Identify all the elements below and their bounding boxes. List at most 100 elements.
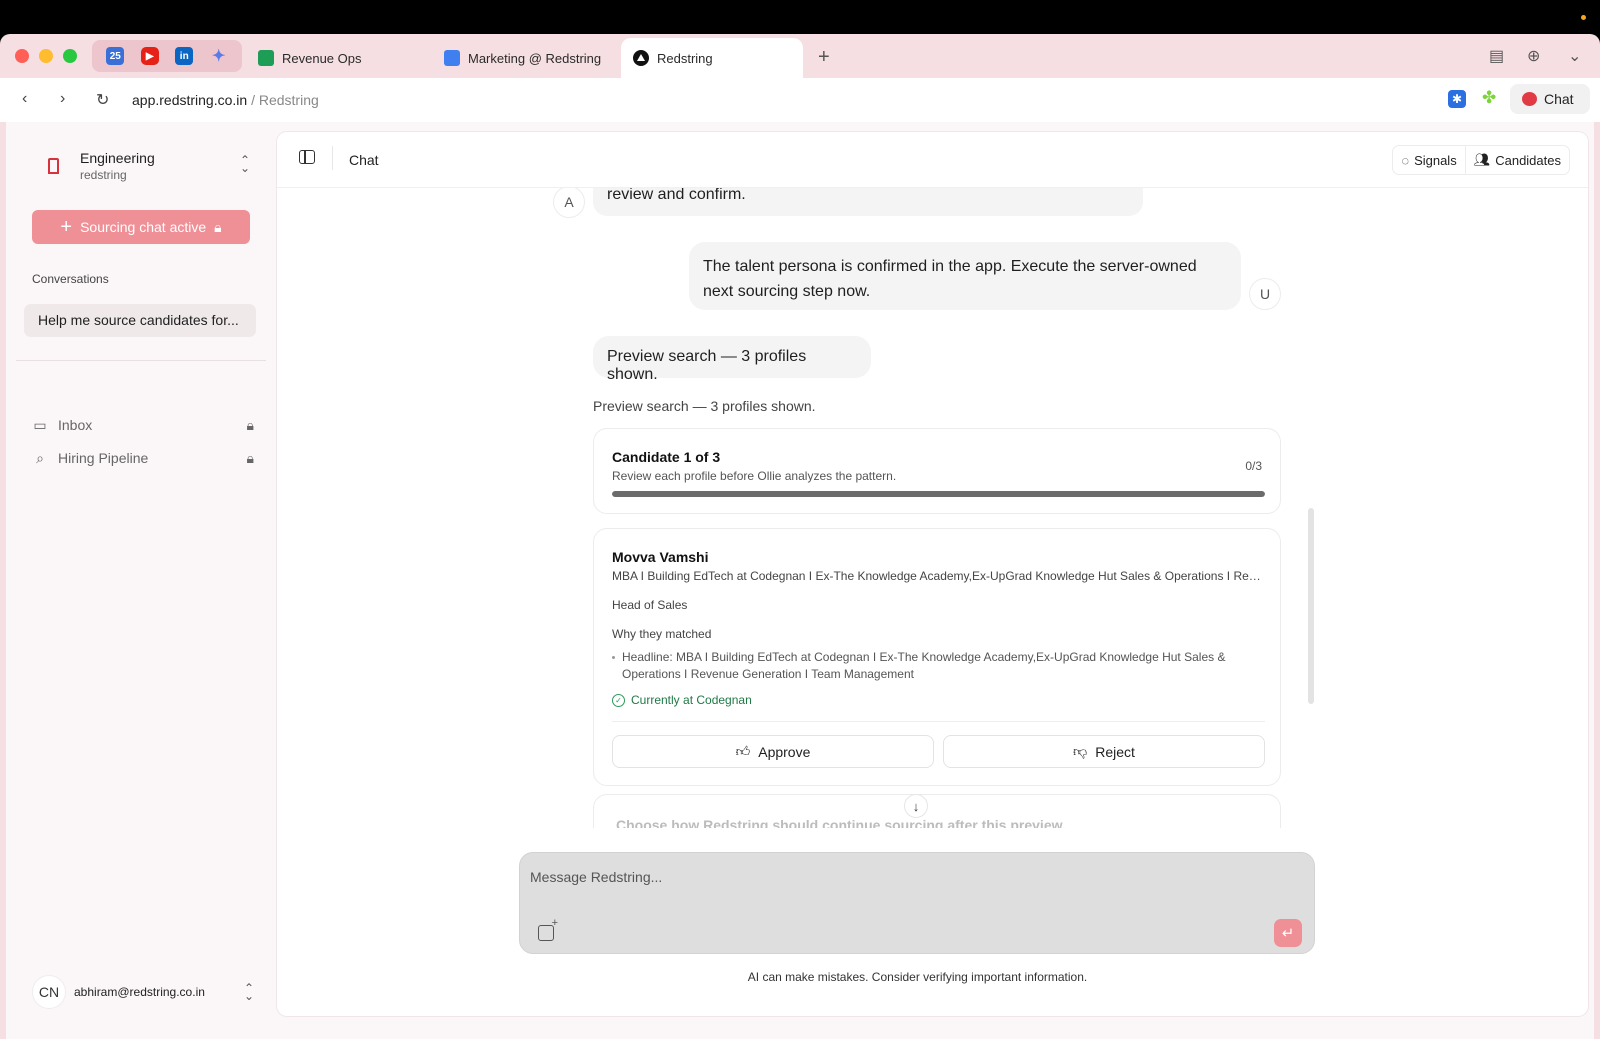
candidates-button[interactable]: 👥︎ Candidates <box>1464 146 1569 174</box>
close-window-button[interactable] <box>15 49 29 63</box>
youtube-icon[interactable]: ▶ <box>140 47 159 65</box>
sidebar-item-label: Inbox <box>58 417 93 433</box>
user-message: The talent persona is confirmed in the a… <box>689 242 1241 310</box>
extension-clover-icon[interactable]: ✤ <box>1482 88 1496 108</box>
assistant-message: review and confirm. <box>593 188 1143 216</box>
tab-title: Redstring <box>657 50 713 66</box>
org-logo-icon <box>48 158 59 174</box>
sourcing-label: Sourcing chat active <box>80 219 207 235</box>
message-composer: ↵ <box>519 852 1315 954</box>
approve-label: Approve <box>758 743 811 760</box>
linkedin-icon[interactable]: in <box>175 47 194 65</box>
scroll-down-button[interactable]: ↓ <box>904 794 928 818</box>
sidebar-toggle-icon[interactable] <box>299 150 315 164</box>
sidebar-item-inbox[interactable]: ▭ Inbox 🔒︎ <box>32 412 254 438</box>
scrollbar[interactable] <box>1308 508 1314 704</box>
message-input[interactable] <box>530 869 1250 885</box>
approve-button[interactable]: 👍︎ Approve <box>612 735 934 768</box>
minimize-window-button[interactable] <box>39 49 53 63</box>
candidate-card: Movva Vamshi MBA I Building EdTech at Co… <box>593 528 1281 786</box>
attach-image-icon[interactable] <box>538 917 558 941</box>
download-icon[interactable]: ⊕ <box>1527 46 1540 66</box>
plus-icon: + <box>60 215 73 238</box>
pipeline-icon: ⌕ <box>36 449 44 466</box>
tab-title: Revenue Ops <box>282 50 362 66</box>
sourcing-chat-button[interactable]: + Sourcing chat active 🔒︎ <box>32 210 250 244</box>
assistant-avatar: A <box>553 188 585 218</box>
chat-button[interactable]: Chat <box>1510 84 1590 114</box>
candidate-name: Movva Vamshi <box>612 549 709 565</box>
user-avatar: U <box>1249 278 1281 310</box>
calendar-icon[interactable]: 25 <box>106 47 125 65</box>
chat-label: Chat <box>1544 91 1574 107</box>
inbox-icon: ▭ <box>33 416 47 433</box>
progress-count: 0/3 <box>1245 459 1262 473</box>
address-bar: ‹ › ↻ app.redstring.co.in / Redstring ✱ … <box>0 78 1600 122</box>
forward-icon[interactable]: › <box>60 90 65 108</box>
new-tab-button[interactable]: + <box>818 46 830 69</box>
user-menu[interactable]: CN abhiram@redstring.co.in ⌃ ⌄ <box>32 974 254 1010</box>
conversations-heading: Conversations <box>32 272 109 286</box>
reload-icon[interactable]: ↻ <box>96 90 109 110</box>
reader-icon[interactable]: ▤ <box>1489 46 1504 66</box>
back-icon[interactable]: ‹ <box>22 90 27 108</box>
avatar: CN <box>32 975 66 1009</box>
signals-button[interactable]: ◌ Signals <box>1393 146 1464 174</box>
signals-label: Signals <box>1414 152 1457 168</box>
chevron-down-icon[interactable]: ⌄ <box>1568 46 1581 66</box>
current-company-label: Currently at Codegnan <box>631 693 752 707</box>
progress-title: Candidate 1 of 3 <box>612 449 721 465</box>
review-progress-card: Candidate 1 of 3 Review each profile bef… <box>593 428 1281 514</box>
progress-fill <box>612 491 1265 497</box>
sidebar-item-hiring-pipeline[interactable]: ⌕ Hiring Pipeline 🔒︎ <box>32 445 254 471</box>
url-field[interactable]: app.redstring.co.in / Redstring <box>132 92 319 108</box>
chevron-updown-icon: ⌃ ⌄ <box>239 153 250 175</box>
gemini-icon[interactable]: ✦ <box>210 47 228 65</box>
sidebar: Engineering redstring ⌃ ⌄ + Sourcing chat… <box>6 122 276 1039</box>
thumbs-up-icon: 👍︎ <box>735 743 751 759</box>
people-icon: 👥︎ <box>1473 152 1491 167</box>
chat-panel: Chat ◌ Signals 👥︎ Candidates A review an… <box>277 132 1588 1016</box>
extension-icon[interactable]: ✱ <box>1448 90 1466 108</box>
browser-window: 25 ▶ in ✦ Revenue Ops Marketing @ Redstr… <box>0 34 1600 1039</box>
enter-icon: ↵ <box>1281 925 1295 942</box>
url-domain: app.redstring.co.in <box>132 92 248 108</box>
chat-bubble-icon <box>1522 92 1537 106</box>
tab-revenue-ops[interactable]: Revenue Ops <box>246 38 426 78</box>
os-menu-bar <box>0 0 1600 34</box>
page-title: Chat <box>349 152 379 168</box>
progress-bar <box>612 491 1265 497</box>
check-circle-icon: ✓ <box>612 693 625 707</box>
reject-button[interactable]: 👎︎ Reject <box>943 735 1265 768</box>
message-list: A review and confirm. The talent persona… <box>277 188 1588 828</box>
tab-marketing[interactable]: Marketing @ Redstring <box>432 38 618 78</box>
pinned-tabs: 25 ▶ in ✦ <box>92 40 242 72</box>
status-dot-icon <box>1581 15 1586 20</box>
app-page: Engineering redstring ⌃ ⌄ + Sourcing chat… <box>6 122 1594 1039</box>
conversation-item[interactable]: Help me source candidates for... <box>24 304 256 337</box>
thumbs-down-icon: 👎︎ <box>1073 743 1088 759</box>
preview-summary: Preview search — 3 profiles shown. <box>593 398 816 414</box>
maximize-window-button[interactable] <box>63 49 77 63</box>
match-reason-heading: Why they matched <box>612 627 712 641</box>
chevron-updown-icon: ⌃ ⌄ <box>243 981 254 1003</box>
next-step-card: Choose how Redstring should continue sou… <box>593 794 1281 828</box>
lock-icon: 🔒︎ <box>246 416 254 433</box>
send-button[interactable]: ↵ <box>1274 919 1302 947</box>
header-actions: ◌ Signals 👥︎ Candidates <box>1392 145 1570 175</box>
candidates-label: Candidates <box>1495 152 1561 168</box>
redstring-icon <box>633 50 649 66</box>
assistant-message: Preview search — 3 profiles shown. <box>593 336 871 383</box>
org-switcher[interactable]: Engineering redstring ⌃ ⌄ <box>26 144 256 190</box>
sheets-icon <box>258 50 274 66</box>
ai-disclaimer: AI can make mistakes. Consider verifying… <box>747 970 1088 984</box>
docs-icon <box>444 50 460 66</box>
signals-icon: ◌ <box>1401 152 1410 168</box>
divider <box>16 360 266 361</box>
sidebar-item-label: Hiring Pipeline <box>58 450 149 466</box>
tab-bar: 25 ▶ in ✦ Revenue Ops Marketing @ Redstr… <box>0 34 1600 78</box>
candidate-headline: MBA I Building EdTech at Codegnan I Ex-T… <box>612 569 1262 583</box>
tab-redstring[interactable]: Redstring <box>621 38 803 78</box>
arrow-down-icon: ↓ <box>912 798 920 814</box>
next-step-text: Choose how Redstring should continue sou… <box>616 817 1066 828</box>
